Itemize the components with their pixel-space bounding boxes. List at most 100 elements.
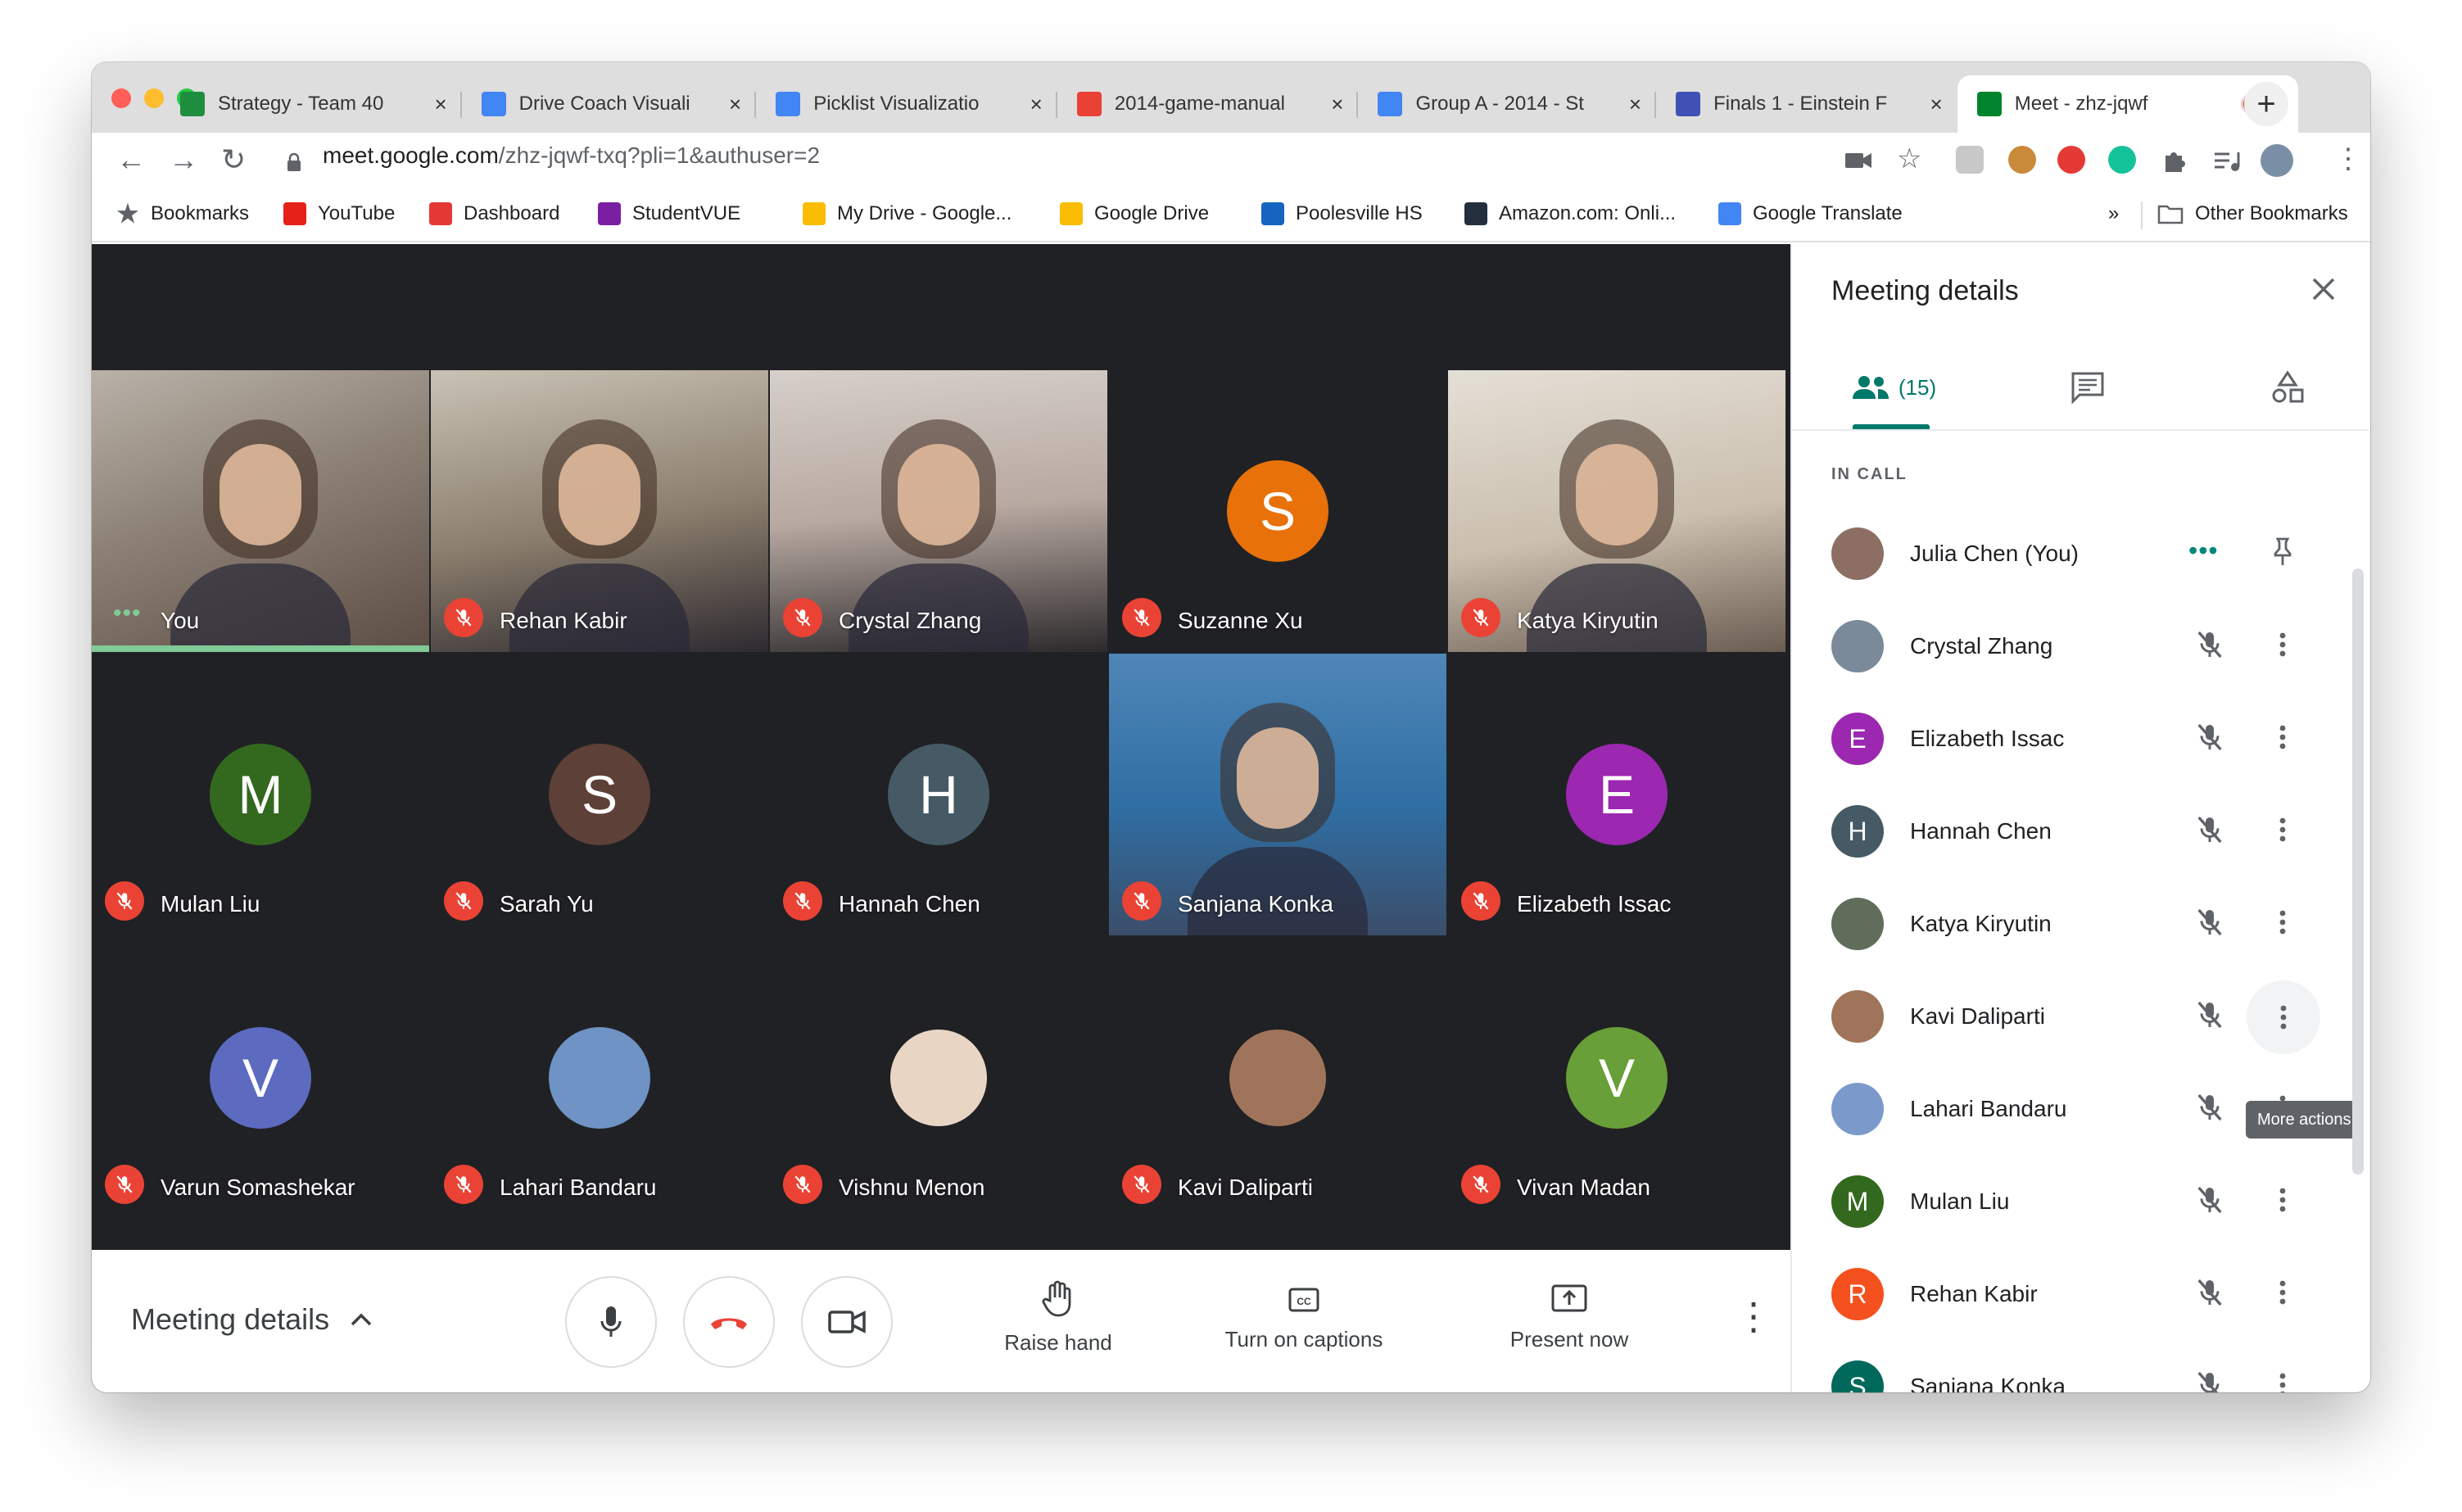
bookmark-studentvue[interactable]: StudentVUE <box>598 202 740 225</box>
pin-icon[interactable] <box>2263 532 2302 572</box>
raise-hand-button[interactable]: Raise hand <box>1001 1279 1116 1356</box>
camera-button[interactable] <box>801 1276 893 1368</box>
browser-menu-icon[interactable]: ⋮ <box>2334 143 2362 175</box>
participant-row-sanjana-konka[interactable]: S Sanjana Konka <box>1792 1339 2357 1392</box>
more-actions-icon[interactable] <box>2263 718 2302 757</box>
tab-picklist-visualizatio[interactable]: Picklist Visualizatio × <box>756 75 1057 133</box>
bookmark-poolesville-hs[interactable]: Poolesville HS <box>1261 202 1423 225</box>
more-actions-icon[interactable] <box>2263 810 2302 849</box>
participant-tile-hannah-chen[interactable]: H Hannah Chen <box>770 654 1107 935</box>
participant-tile-katya-kiryutin[interactable]: Katya Kiryutin <box>1448 370 1785 652</box>
close-tab-icon[interactable]: × <box>1331 92 1343 117</box>
more-actions-icon[interactable] <box>2263 1273 2302 1312</box>
participant-tile-sanjana-konka[interactable]: Sanjana Konka <box>1109 654 1446 935</box>
tab-activities[interactable] <box>2259 359 2316 416</box>
bookmark-label: My Drive - Google... <box>837 202 1012 224</box>
close-tab-icon[interactable]: × <box>1629 92 1641 117</box>
participant-tile-lahari-bandaru[interactable]: Lahari Bandaru <box>431 937 768 1219</box>
bookmarks-overflow-icon[interactable]: » <box>2108 202 2119 225</box>
reload-icon[interactable]: ↻ <box>221 143 246 177</box>
close-tab-icon[interactable]: × <box>1930 92 1943 117</box>
bookmarks-bar: ★ Bookmarks YouTube Dashboard StudentVUE My D… <box>92 190 2370 242</box>
bookmark-bookmarks[interactable]: ★ Bookmarks <box>116 201 250 228</box>
new-tab-button[interactable]: + <box>2244 82 2288 126</box>
captions-button[interactable]: CC Turn on captions <box>1214 1279 1394 1352</box>
participant-tile-suzanne-xu[interactable]: S Suzanne Xu <box>1109 370 1446 652</box>
media-control-icon[interactable] <box>2213 149 2241 174</box>
extensions-puzzle-icon[interactable] <box>2161 147 2187 174</box>
bookmark-label: Bookmarks <box>151 202 250 224</box>
more-actions-icon[interactable] <box>2263 1365 2302 1392</box>
participant-tile-mulan-liu[interactable]: M Mulan Liu <box>92 654 429 935</box>
extension-cookie-icon[interactable] <box>2008 146 2036 174</box>
tab-drive-coach-visuali[interactable]: Drive Coach Visuali × <box>462 75 757 133</box>
tab-2014-game-manual[interactable]: 2014-game-manual × <box>1057 75 1359 133</box>
participant-name: You <box>161 608 200 633</box>
extension-k-icon[interactable] <box>1956 146 1984 174</box>
participant-row-elizabeth-issac[interactable]: E Elizabeth Issac <box>1792 691 2357 783</box>
participant-row-katya-kiryutin[interactable]: Katya Kiryutin <box>1792 876 2357 968</box>
present-now-button[interactable]: Present now <box>1496 1279 1643 1352</box>
muted-microphone-icon <box>444 598 483 637</box>
back-icon[interactable]: ← <box>116 143 146 177</box>
bookmark-dashboard[interactable]: Dashboard <box>429 202 559 225</box>
meeting-details-toggle[interactable]: Meeting details <box>131 1302 372 1337</box>
participant-tile-you[interactable]: ••• You <box>92 370 429 652</box>
more-actions-icon[interactable] <box>2263 1180 2302 1220</box>
muted-microphone-icon <box>444 1165 483 1204</box>
participant-row-crystal-zhang[interactable]: Crystal Zhang <box>1792 599 2357 690</box>
bookmark-my-drive-google[interactable]: My Drive - Google... <box>803 202 1012 225</box>
adblock-icon[interactable] <box>2057 146 2085 174</box>
grammarly-icon[interactable] <box>2108 146 2136 174</box>
microphone-button[interactable] <box>565 1276 657 1368</box>
participant-row-kavi-daliparti[interactable]: Kavi Daliparti <box>1792 969 2357 1061</box>
panel-scrollbar[interactable] <box>2352 568 2364 1175</box>
people-icon <box>1852 376 1889 399</box>
participant-row-julia-chen-you[interactable]: Julia Chen (You) ••• <box>1792 506 2357 598</box>
profile-avatar[interactable] <box>2261 144 2293 177</box>
close-tab-icon[interactable]: × <box>1030 92 1043 117</box>
participant-tile-vishnu-menon[interactable]: Vishnu Menon <box>770 937 1107 1219</box>
participant-tile-vivan-madan[interactable]: V Vivan Madan <box>1448 937 1785 1219</box>
participant-tile-sarah-yu[interactable]: S Sarah Yu <box>431 654 768 935</box>
close-panel-icon[interactable] <box>2311 277 2336 301</box>
translate-icon <box>1718 202 1741 225</box>
tab-strategy-team-40[interactable]: Strategy - Team 40 × <box>161 75 462 133</box>
other-bookmarks[interactable]: Other Bookmarks <box>2157 202 2348 225</box>
muted-microphone-icon <box>2193 1091 2226 1128</box>
camera-indicator-icon[interactable] <box>1844 151 1872 170</box>
participant-tile-kavi-daliparti[interactable]: Kavi Daliparti <box>1109 937 1446 1219</box>
participant-row-mulan-liu[interactable]: M Mulan Liu <box>1792 1154 2357 1246</box>
participant-name: Varun Somashekar <box>161 1175 355 1200</box>
more-actions-icon[interactable] <box>2263 903 2302 942</box>
close-tab-icon[interactable]: × <box>729 92 741 117</box>
bookmark-google-translate[interactable]: Google Translate <box>1718 202 1903 225</box>
tab-finals-1-einstein-f[interactable]: Finals 1 - Einstein F × <box>1656 75 1957 133</box>
more-actions-icon[interactable] <box>2247 980 2320 1054</box>
participant-list-name: Rehan Kabir <box>1910 1281 2038 1306</box>
participant-name: Hannah Chen <box>839 891 980 917</box>
participant-tile-rehan-kabir[interactable]: Rehan Kabir <box>431 370 768 652</box>
bookmark-amazon-com-onli[interactable]: Amazon.com: Onli... <box>1464 202 1676 225</box>
participant-row-hannah-chen[interactable]: H Hannah Chen <box>1792 784 2357 876</box>
bookmark-youtube[interactable]: YouTube <box>283 202 395 225</box>
raise-hand-label: Raise hand <box>1004 1330 1112 1355</box>
more-options-icon[interactable]: ⋮ <box>1735 1294 1772 1338</box>
participant-row-rehan-kabir[interactable]: R Rehan Kabir <box>1792 1247 2357 1338</box>
tab-group-a-2014-st[interactable]: Group A - 2014 - St × <box>1358 75 1657 133</box>
participant-tile-varun-somashekar[interactable]: V Varun Somashekar <box>92 937 429 1219</box>
participant-name: Rehan Kabir <box>500 608 627 633</box>
participant-tile-crystal-zhang[interactable]: Crystal Zhang <box>770 370 1107 652</box>
bookmark-star-icon[interactable]: ☆ <box>1897 143 1921 175</box>
tab-people[interactable]: (15) <box>1844 359 1943 416</box>
participant-tile-elizabeth-issac[interactable]: E Elizabeth Issac <box>1448 654 1785 935</box>
address-bar[interactable]: meet.google.com/zhz-jqwf-txq?pli=1&authu… <box>323 143 820 169</box>
forward-icon[interactable]: → <box>169 143 198 177</box>
more-actions-icon[interactable] <box>2263 625 2302 664</box>
leave-call-button[interactable] <box>683 1276 775 1368</box>
close-window-button[interactable] <box>111 88 131 108</box>
camera-icon <box>828 1311 866 1333</box>
tab-chat[interactable] <box>2059 359 2116 416</box>
close-tab-icon[interactable]: × <box>434 92 446 117</box>
bookmark-google-drive[interactable]: Google Drive <box>1060 202 1209 225</box>
